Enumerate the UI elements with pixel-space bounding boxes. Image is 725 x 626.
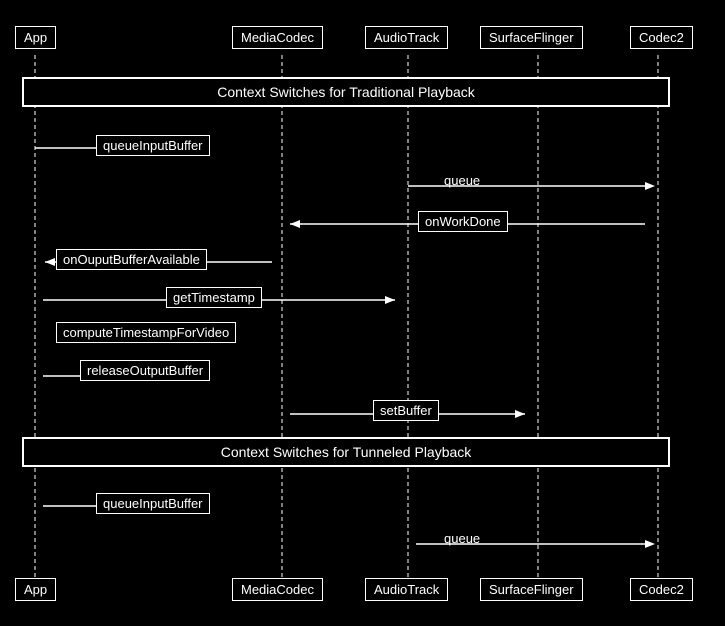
actor-audiotrack-header: AudioTrack <box>365 26 448 49</box>
actor-surfaceflinger-footer: SurfaceFlinger <box>480 578 583 601</box>
call-queue1: queue <box>444 173 480 188</box>
call-onouputbufferavailable: onOuputBufferAvailable <box>56 249 207 270</box>
call-queueinputbuffer2: queueInputBuffer <box>96 493 210 514</box>
call-gettimestamp: getTimestamp <box>166 287 262 308</box>
actor-codec2-footer: Codec2 <box>630 578 693 601</box>
actor-mediacodec-footer: MediaCodec <box>232 578 323 601</box>
actor-app-footer: App <box>15 578 56 601</box>
call-setbuffer: setBuffer <box>373 400 439 421</box>
actor-audiotrack-footer: AudioTrack <box>365 578 448 601</box>
actor-app-header: App <box>15 26 56 49</box>
diagram: App MediaCodec AudioTrack SurfaceFlinger… <box>0 0 725 626</box>
actor-surfaceflinger-header: SurfaceFlinger <box>480 26 583 49</box>
section1-bar: Context Switches for Traditional Playbac… <box>22 77 670 107</box>
call-releaseoutputbuffer: releaseOutputBuffer <box>80 360 210 381</box>
call-computetimestamp: computeTimestampForVideo <box>56 322 236 343</box>
actor-codec2-header: Codec2 <box>630 26 693 49</box>
actor-mediacodec-header: MediaCodec <box>232 26 323 49</box>
section2-bar: Context Switches for Tunneled Playback <box>22 437 670 467</box>
call-queue2: queue <box>444 531 480 546</box>
call-queueinputbuffer1: queueInputBuffer <box>96 135 210 156</box>
call-onworkdone: onWorkDone <box>418 211 508 232</box>
